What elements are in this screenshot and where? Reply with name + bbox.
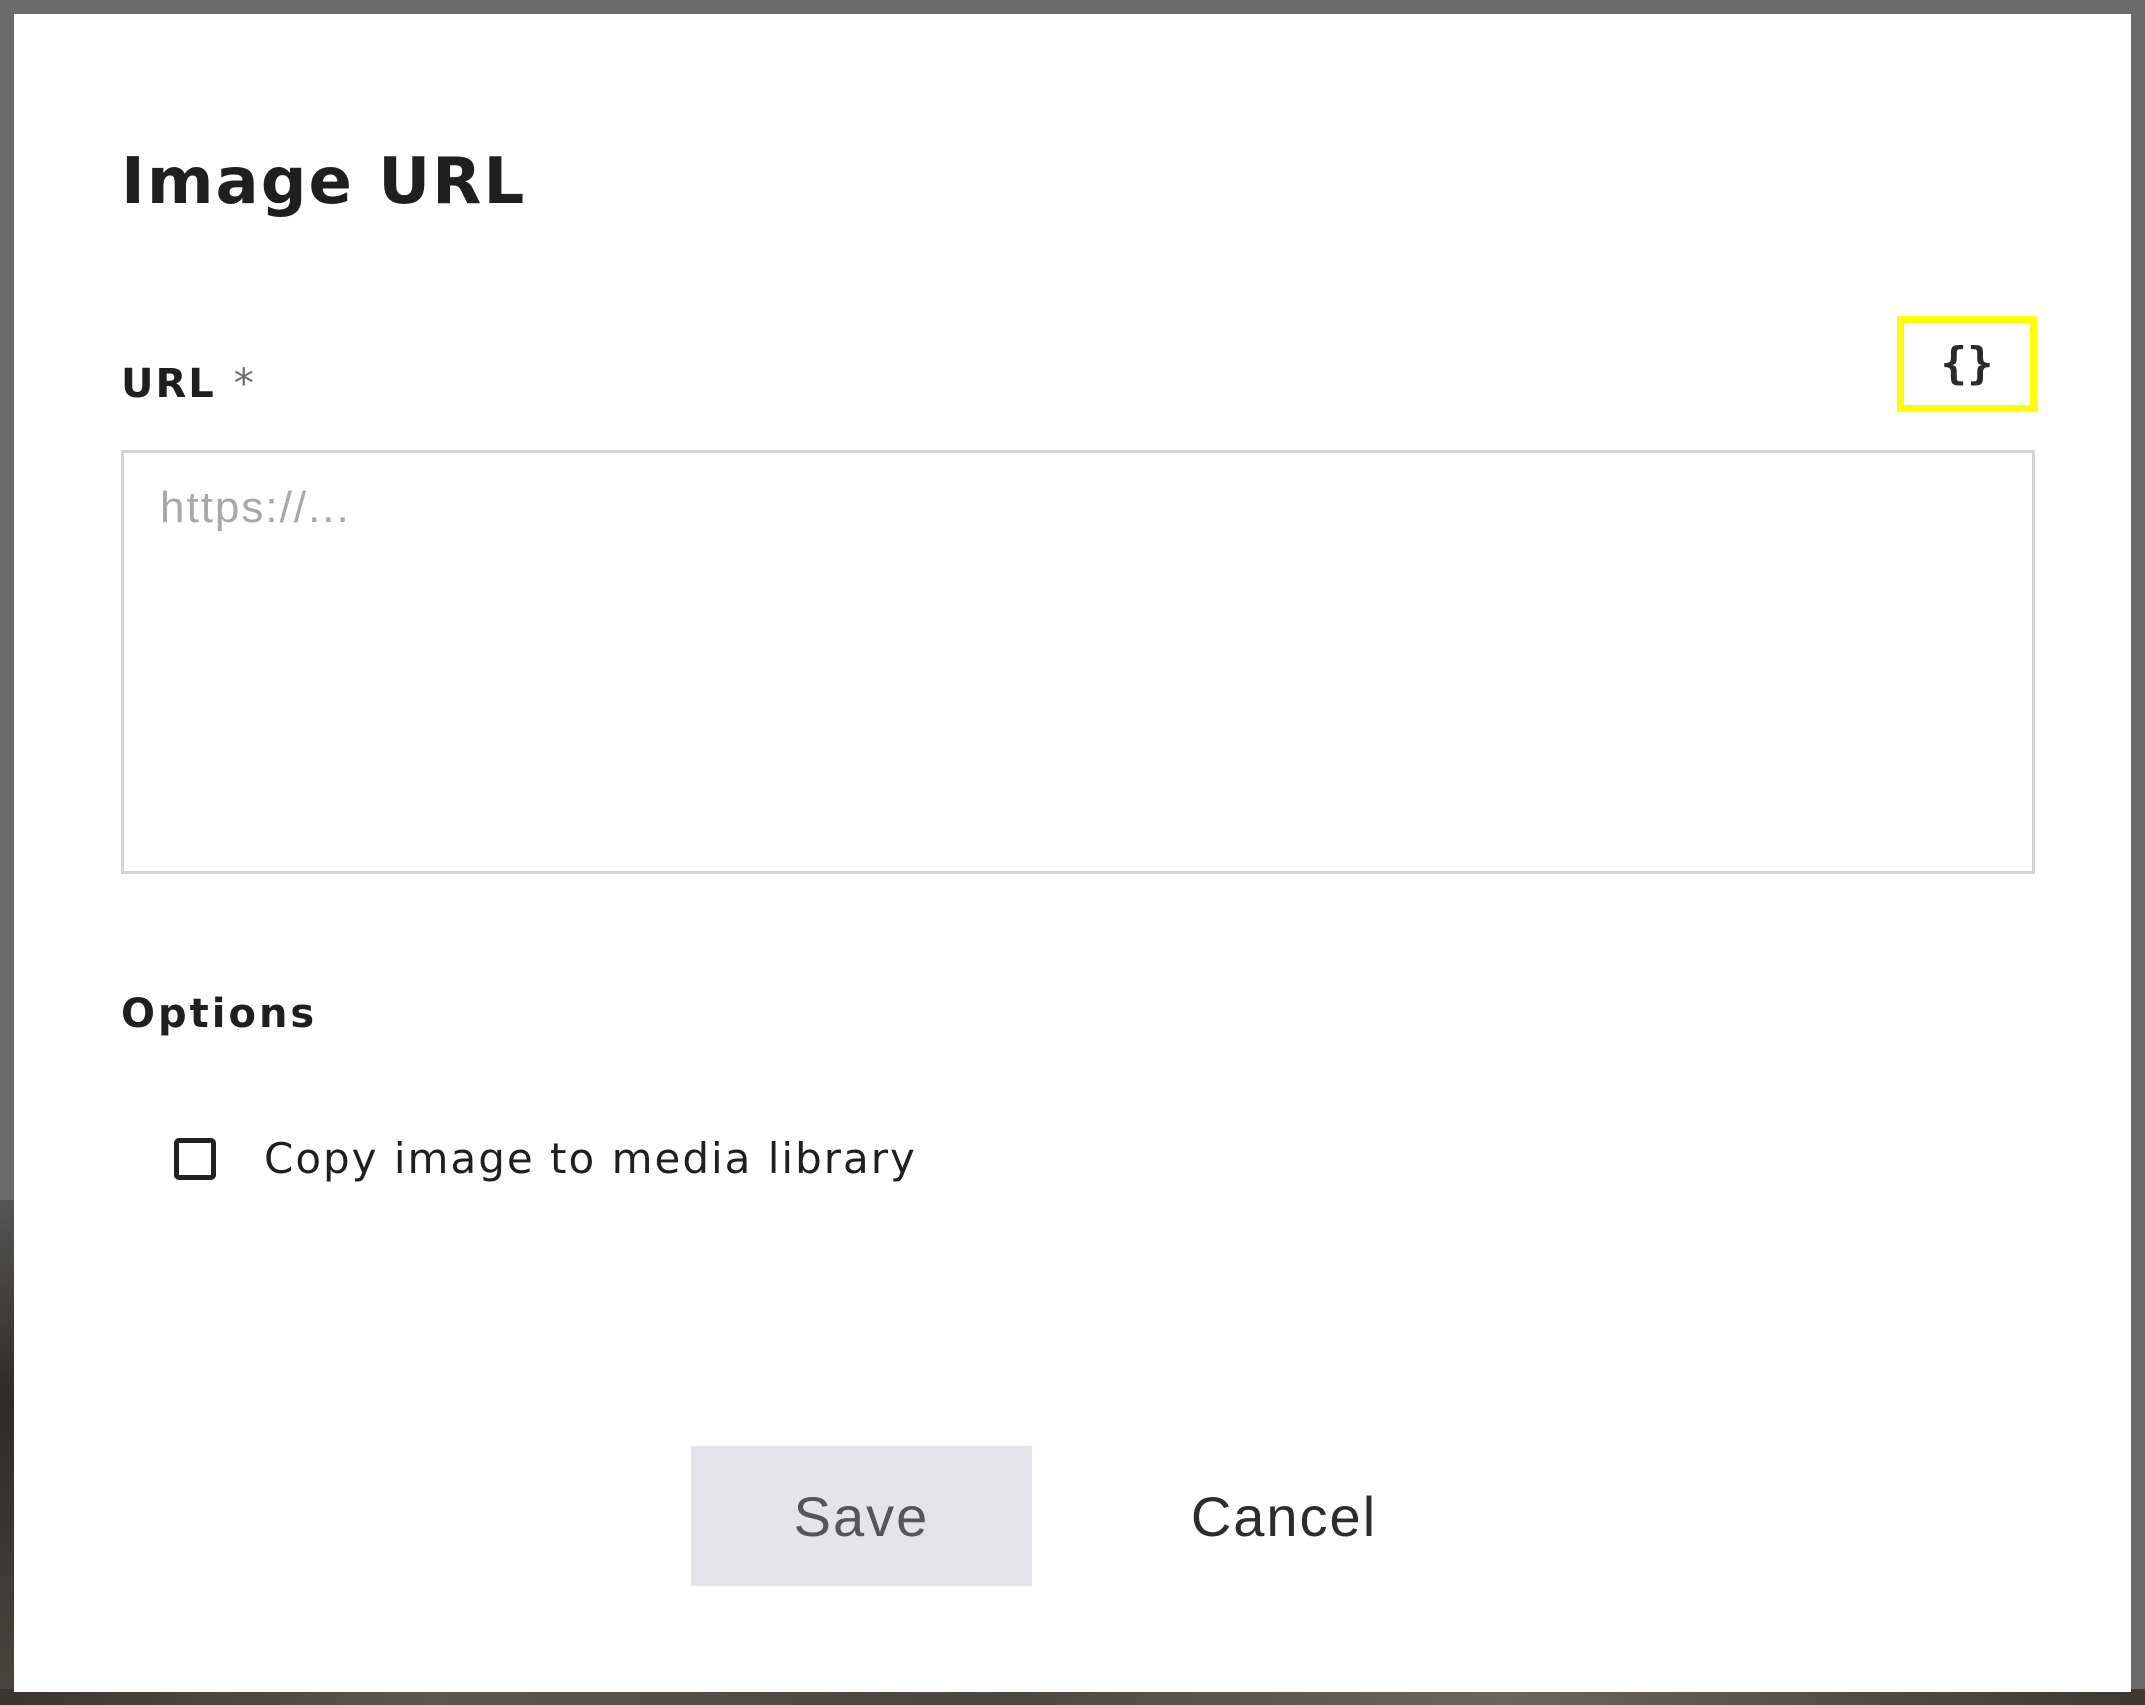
copy-to-media-library-label: Copy image to media library (264, 1134, 917, 1183)
url-input[interactable] (121, 450, 2035, 874)
braces-icon: {} (1940, 338, 1994, 389)
url-label-text: URL (121, 361, 216, 407)
cancel-button[interactable]: Cancel (1134, 1446, 1434, 1586)
copy-to-media-library-option[interactable]: Copy image to media library (174, 1138, 917, 1180)
options-heading: Options (121, 991, 318, 1037)
url-field-label: URL * (121, 364, 256, 404)
backdrop-edge (0, 1200, 14, 1705)
required-asterisk: * (233, 361, 256, 407)
dialog-title: Image URL (121, 145, 527, 219)
insert-variable-button[interactable]: {} (1897, 316, 2037, 412)
save-button[interactable]: Save (691, 1446, 1032, 1586)
copy-to-media-library-checkbox[interactable] (174, 1138, 216, 1180)
image-url-dialog: Image URL URL * {} Options Copy image to… (14, 14, 2131, 1692)
